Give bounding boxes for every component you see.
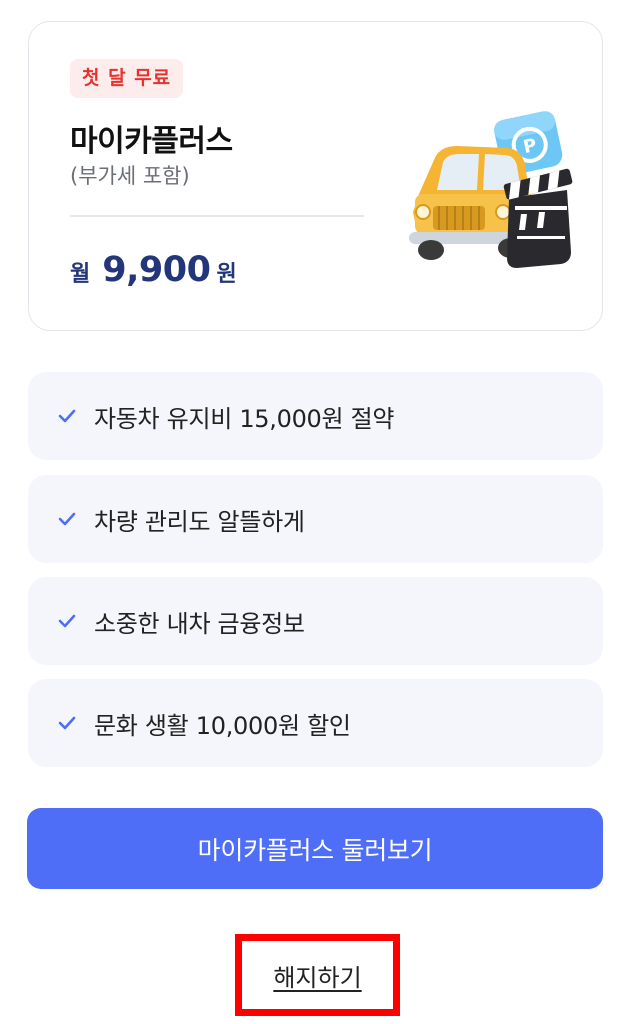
car-clapperboard-illustration: P [409,111,573,268]
free-first-month-badge: 첫 달 무료 [70,59,184,98]
vat-note: (부가세 포함) [70,164,190,188]
card-divider [70,215,364,217]
price-suffix: 원 [216,262,237,287]
benefit-label: 소중한 내차 금융정보 [94,609,305,638]
plan-card: 첫 달 무료 마이카플러스 (부가세 포함) 월 9,900 원 P [28,21,603,331]
price-amount: 9,900 [102,250,211,290]
benefit-label: 차량 관리도 알뜰하게 [94,507,305,536]
browse-plan-button[interactable]: 마이카플러스 둘러보기 [27,808,603,889]
price-prefix: 월 [70,262,91,287]
clapperboard-icon [503,168,573,268]
plan-title: 마이카플러스 [70,124,233,159]
benefit-label: 자동차 유지비 15,000원 절약 [94,404,395,433]
check-icon [58,409,76,423]
benefit-item: 소중한 내차 금융정보 [28,577,603,665]
cancel-subscription-link[interactable]: 해지하기 [235,934,400,1016]
benefit-item: 자동차 유지비 15,000원 절약 [28,372,603,460]
check-icon [58,716,76,730]
check-icon [58,614,76,628]
check-icon [58,512,76,526]
price: 월 9,900 원 [70,250,237,290]
benefit-item: 문화 생활 10,000원 할인 [28,679,603,767]
benefit-label: 문화 생활 10,000원 할인 [94,711,351,740]
benefit-item: 차량 관리도 알뜰하게 [28,475,603,563]
